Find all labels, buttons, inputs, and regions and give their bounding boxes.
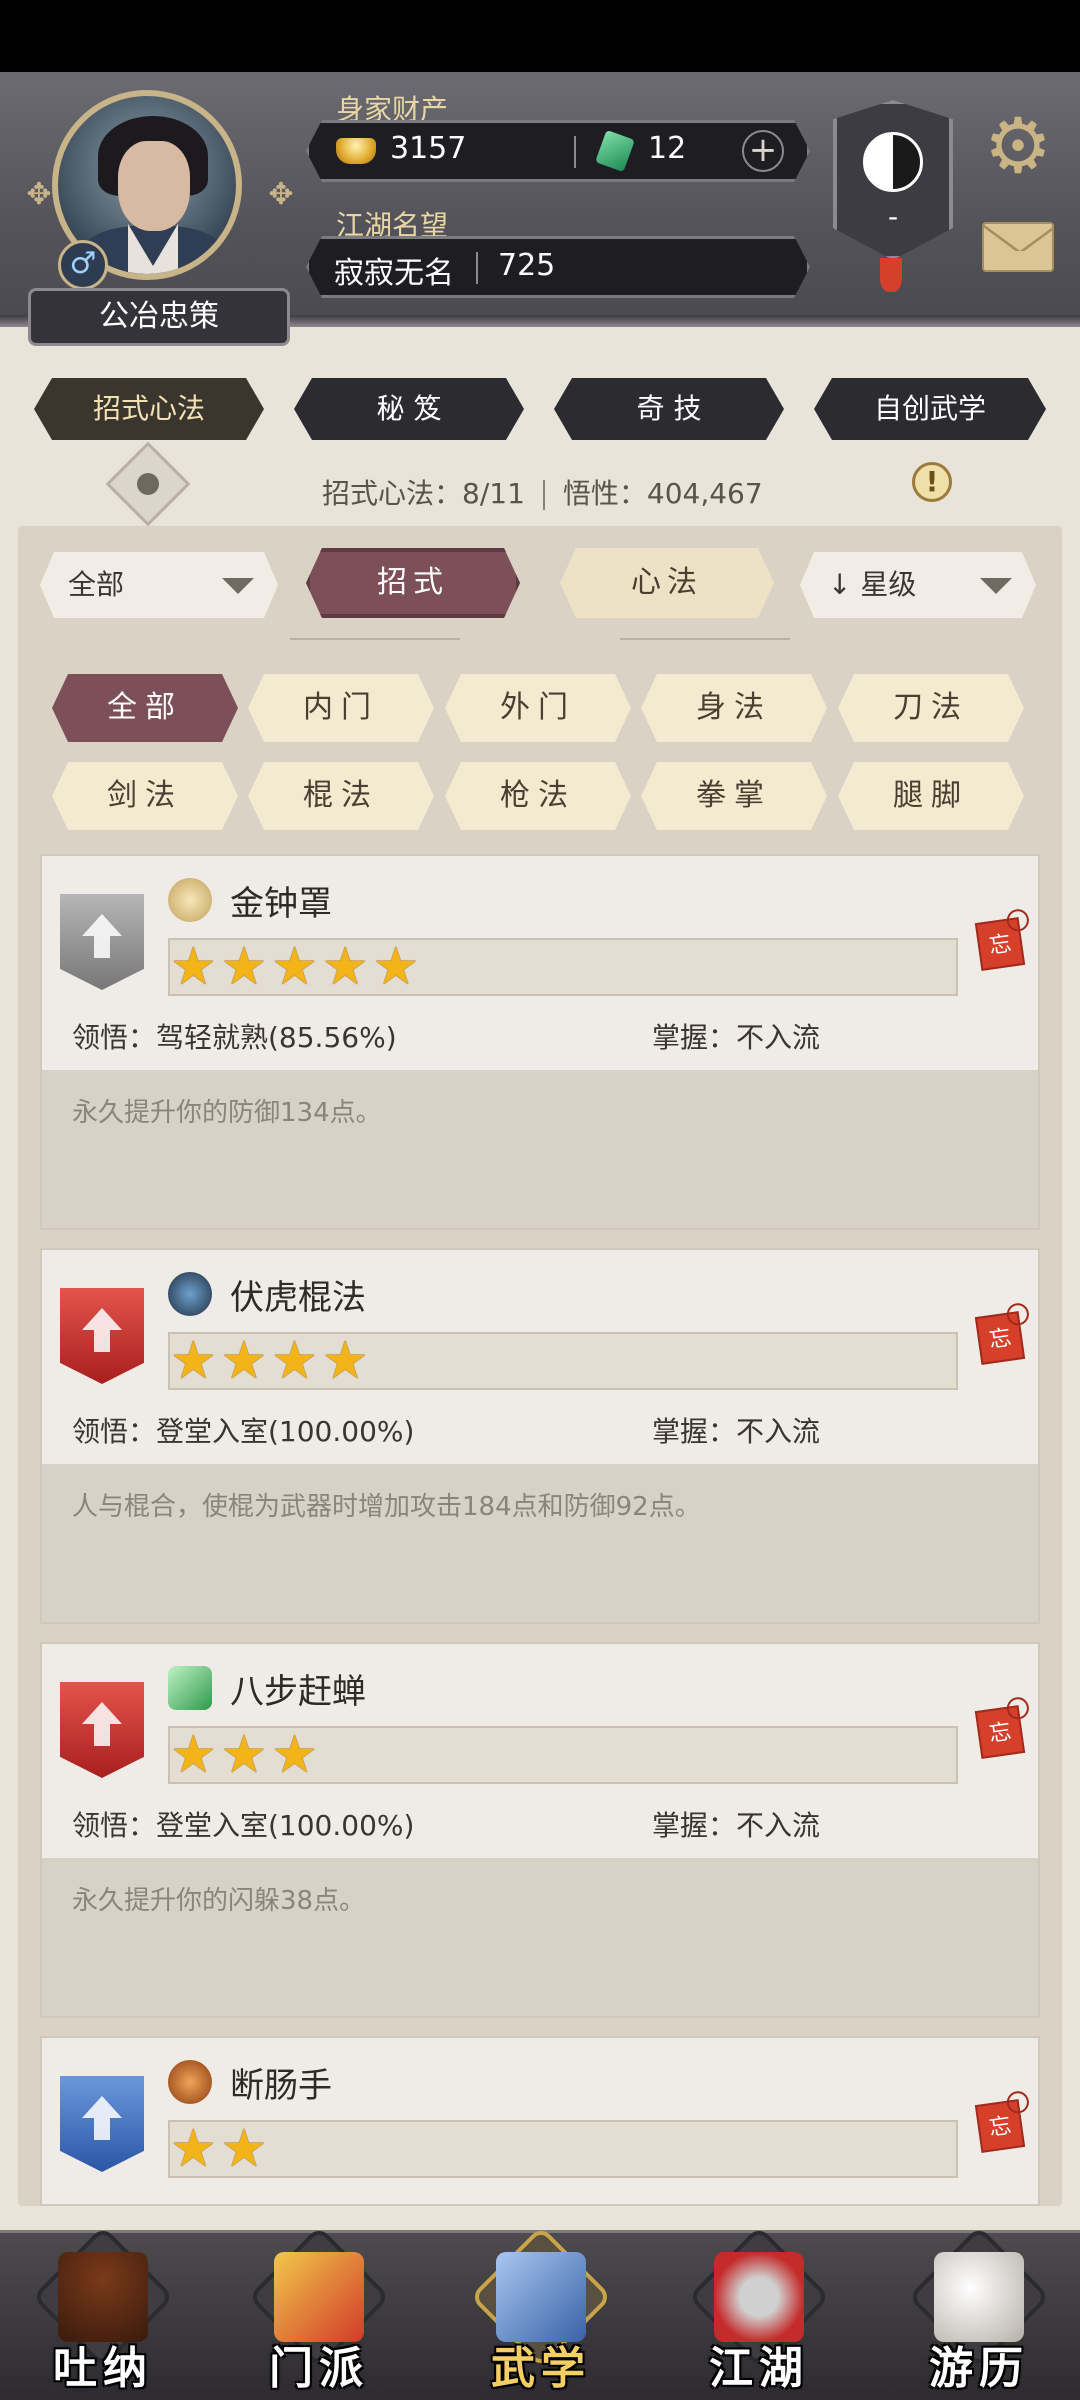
- martial-book-icon: [496, 2252, 586, 2342]
- comprehension-text: 领悟：登堂入室(100.00%): [72, 1809, 415, 1842]
- comprehension-text: 领悟：登堂入室(100.00%): [72, 1415, 415, 1448]
- nav-label: 门派: [269, 2343, 369, 2394]
- star-bar: [168, 2120, 958, 2178]
- type-moves-button[interactable]: 招式: [306, 548, 520, 618]
- yinyang-icon: [863, 132, 923, 192]
- meditating-monk-icon: [58, 2252, 148, 2342]
- tab-special-skills[interactable]: 奇 技: [554, 378, 784, 440]
- eye-icon[interactable]: [105, 441, 191, 527]
- mastery-text: 掌握：不入流: [652, 1415, 821, 1448]
- tassel-icon: [880, 258, 902, 292]
- filter-chip-sword[interactable]: 剑法: [52, 762, 238, 830]
- skill-card[interactable]: 断肠手 ★★ 忘: [40, 2036, 1040, 2206]
- ornament-right-icon: ✥: [268, 177, 294, 212]
- rank-banner-icon: [60, 2076, 144, 2172]
- type-methods-button[interactable]: 心法: [560, 548, 774, 618]
- nav-label: 武学: [491, 2343, 591, 2394]
- nav-martial-arts[interactable]: 武学: [466, 2222, 616, 2400]
- skill-name: 金钟罩: [230, 884, 332, 924]
- add-currency-button[interactable]: +: [742, 130, 784, 172]
- silver-ingot-icon: [336, 138, 376, 164]
- reputation-divider: [476, 252, 478, 284]
- nav-label: 江湖: [709, 2343, 809, 2394]
- mail-icon[interactable]: [982, 222, 1054, 272]
- white-horse-icon: [934, 2252, 1024, 2342]
- jade-amount: 12: [648, 131, 687, 166]
- wealth-bar: [306, 120, 810, 182]
- sort-arrow-icon: ↓: [828, 568, 852, 601]
- filter-chip-leg[interactable]: 腿脚: [838, 762, 1024, 830]
- nav-label: 游历: [929, 2343, 1029, 2394]
- insight-value: 悟性：404,467: [562, 477, 763, 510]
- palm-strike-icon: [168, 2060, 212, 2104]
- star-rating: ★★★★: [170, 1331, 373, 1391]
- star-rating: ★★★: [170, 1725, 322, 1785]
- skill-card[interactable]: 伏虎棍法 ★★★★ 忘 领悟：登堂入室(100.00%) 掌握：不入流 人与棍合…: [40, 1248, 1040, 1624]
- tab-custom-martial-arts[interactable]: 自创武学: [814, 378, 1046, 440]
- nav-jianghu[interactable]: 江湖: [684, 2222, 834, 2400]
- golden-bell-icon: [168, 878, 212, 922]
- skills-summary: 招式心法：8/11 悟性：404,467: [322, 472, 763, 512]
- staff-icon: [168, 1272, 212, 1316]
- star-rating: ★★: [170, 2119, 272, 2179]
- sect-emblem-value: -: [887, 200, 899, 233]
- nav-breathing[interactable]: 吐纳: [28, 2222, 178, 2400]
- sect-banner-icon: [274, 2252, 364, 2342]
- sort-dropdown-value: 星级: [860, 568, 917, 601]
- skill-name: 八步赶蝉: [230, 1672, 366, 1712]
- filter-chip-outer[interactable]: 外门: [445, 674, 631, 742]
- tab-secret-manuals[interactable]: 秘 笈: [294, 378, 524, 440]
- status-bar: [0, 0, 1080, 72]
- chevron-down-icon: [222, 578, 254, 594]
- forget-seal-button[interactable]: 忘: [974, 2099, 1026, 2153]
- alert-icon[interactable]: !: [912, 462, 952, 502]
- straw-hat-icon: [714, 2252, 804, 2342]
- filter-chip-all[interactable]: 全部: [52, 674, 238, 742]
- gender-male-icon: ♂: [58, 240, 108, 290]
- filter-chip-inner[interactable]: 内门: [248, 674, 434, 742]
- ornament-left-icon: ✥: [26, 177, 52, 212]
- category-dropdown-value: 全部: [68, 568, 125, 601]
- forget-seal-button[interactable]: 忘: [974, 1705, 1026, 1759]
- settings-gear-icon[interactable]: ⚙: [980, 108, 1056, 184]
- skill-name: 断肠手: [230, 2066, 332, 2106]
- reputation-title: 寂寂无名: [334, 256, 454, 291]
- tab-moves-methods[interactable]: 招式心法: [34, 378, 264, 440]
- skill-description: 永久提升你的闪躲38点。: [72, 1886, 366, 1916]
- skill-card[interactable]: 八步赶蝉 ★★★ 忘 领悟：登堂入室(100.00%) 掌握：不入流 永久提升你…: [40, 1642, 1040, 2018]
- skill-card[interactable]: 金钟罩 ★★★★★ 忘 领悟：驾轻就熟(85.56%) 掌握：不入流 永久提升你…: [40, 854, 1040, 1230]
- skill-count: 招式心法：8/11: [322, 477, 525, 510]
- star-rating: ★★★★★: [170, 937, 424, 997]
- wealth-divider: [574, 136, 576, 168]
- reputation-value: 725: [498, 248, 556, 283]
- filter-chip-movement[interactable]: 身法: [641, 674, 827, 742]
- filter-chip-fist[interactable]: 拳掌: [641, 762, 827, 830]
- filter-chip-spear[interactable]: 枪法: [445, 762, 631, 830]
- divider-ornament-right: [620, 638, 790, 648]
- skill-name: 伏虎棍法: [230, 1278, 366, 1318]
- nav-travel[interactable]: 游历: [904, 2222, 1054, 2400]
- forget-seal-button[interactable]: 忘: [974, 1311, 1026, 1365]
- filter-chip-staff[interactable]: 棍法: [248, 762, 434, 830]
- forget-seal-button[interactable]: 忘: [974, 917, 1026, 971]
- rank-banner-icon: [60, 894, 144, 990]
- player-name: 公冶忠策: [28, 288, 290, 346]
- skill-description: 永久提升你的防御134点。: [72, 1098, 382, 1128]
- filter-chip-blade[interactable]: 刀法: [838, 674, 1024, 742]
- comprehension-text: 领悟：驾轻就熟(85.56%): [72, 1021, 397, 1054]
- silver-amount: 3157: [390, 131, 467, 166]
- nav-sect[interactable]: 门派: [244, 2222, 394, 2400]
- rank-banner-icon: [60, 1288, 144, 1384]
- mastery-text: 掌握：不入流: [652, 1809, 821, 1842]
- nav-label: 吐纳: [53, 2343, 153, 2394]
- skill-description: 人与棍合，使棍为武器时增加攻击184点和防御92点。: [72, 1492, 701, 1522]
- swift-step-icon: [168, 1666, 212, 1710]
- divider-ornament-left: [290, 638, 460, 648]
- mastery-text: 掌握：不入流: [652, 1021, 821, 1054]
- rank-banner-icon: [60, 1682, 144, 1778]
- chevron-down-icon: [980, 578, 1012, 594]
